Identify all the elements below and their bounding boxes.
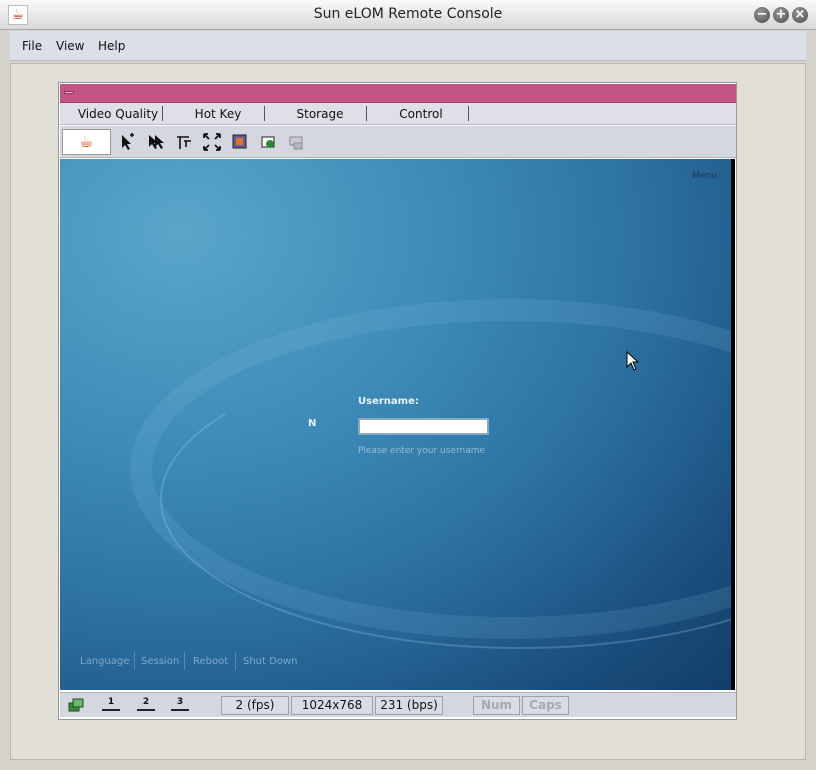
menu-hot-key[interactable]: Hot Key xyxy=(172,107,264,121)
menu-separator xyxy=(468,106,469,121)
menu-control[interactable]: Control xyxy=(376,107,466,121)
fullscreen-icon[interactable] xyxy=(203,133,221,151)
username-input[interactable] xyxy=(358,418,489,435)
desktop-switch-icon[interactable] xyxy=(68,698,84,712)
link-divider xyxy=(235,652,236,670)
mouse-mode-icon[interactable] xyxy=(118,133,136,151)
link-divider xyxy=(184,652,185,670)
language-link[interactable]: Language xyxy=(80,656,129,667)
resolution-readout: 1024x768 xyxy=(291,696,373,715)
desktop-1-button[interactable]: 1 xyxy=(102,697,120,711)
mouse-cursor-icon xyxy=(626,351,640,371)
mouse-sync-icon[interactable] xyxy=(147,133,165,151)
num-lock-indicator: Num xyxy=(473,696,520,715)
console-toolbar: ☕ xyxy=(60,126,736,158)
close-icon[interactable]: × xyxy=(792,7,808,23)
console-titlebar xyxy=(60,84,736,103)
fps-readout: 2 (fps) xyxy=(221,696,289,715)
menu-separator xyxy=(366,106,367,121)
login-menu-label[interactable]: Menu xyxy=(692,171,717,181)
reboot-link[interactable]: Reboot xyxy=(193,656,228,667)
username-label: Username: xyxy=(358,396,419,407)
minimize-icon[interactable]: − xyxy=(754,7,770,23)
username-hint: Please enter your username xyxy=(358,446,486,456)
console-menu: Video Quality Hot Key Storage Control xyxy=(60,103,736,125)
menu-storage[interactable]: Storage xyxy=(274,107,366,121)
desktop-2-button[interactable]: 2 xyxy=(137,697,155,711)
menu-bar: File View Help xyxy=(10,31,806,61)
session-link[interactable]: Session xyxy=(141,656,179,667)
bandwidth-readout: 231 (bps) xyxy=(375,696,443,715)
remote-screen[interactable]: Menu N Username: Please enter your usern… xyxy=(60,159,735,690)
frame-minimize-icon[interactable] xyxy=(64,91,74,94)
status-bar: 1 2 3 2 (fps) 1024x768 231 (bps) Num Cap… xyxy=(60,692,736,717)
link-divider xyxy=(134,652,135,670)
java-logo-icon: ☕ xyxy=(62,129,111,155)
disconnect-icon[interactable] xyxy=(288,133,306,151)
caps-lock-indicator: Caps xyxy=(522,696,569,715)
screenshot-icon[interactable] xyxy=(231,133,249,151)
menu-view[interactable]: View xyxy=(56,39,84,53)
menu-video-quality[interactable]: Video Quality xyxy=(74,107,162,121)
maximize-icon[interactable]: + xyxy=(773,7,789,23)
menu-separator xyxy=(162,106,163,121)
menu-help[interactable]: Help xyxy=(98,39,125,53)
shutdown-link[interactable]: Shut Down xyxy=(243,656,297,667)
window-titlebar: ☕ Sun eLOM Remote Console − + × xyxy=(0,0,816,30)
menu-separator xyxy=(264,106,265,121)
window-title: Sun eLOM Remote Console xyxy=(313,6,503,22)
cursor-alt-icon[interactable] xyxy=(175,133,193,151)
login-prompt-prefix: N xyxy=(308,418,317,429)
capture-icon[interactable] xyxy=(260,133,278,151)
desktop-3-button[interactable]: 3 xyxy=(171,697,189,711)
menu-file[interactable]: File xyxy=(22,39,42,53)
